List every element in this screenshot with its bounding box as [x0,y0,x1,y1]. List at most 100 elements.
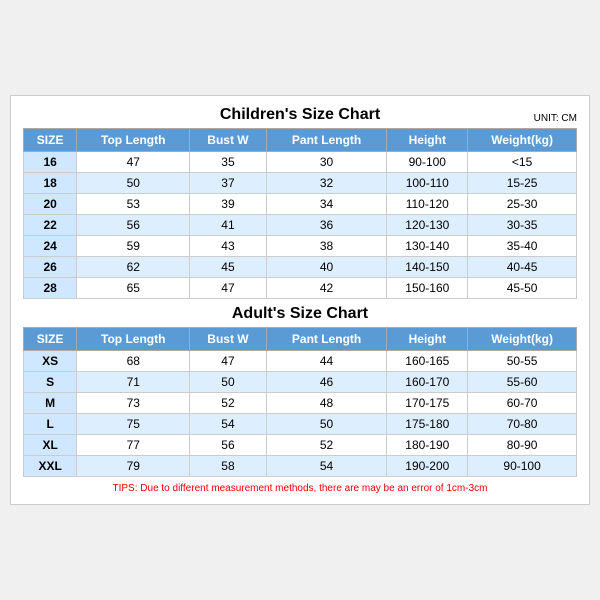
adult-header-cell: Weight(kg) [468,328,577,351]
table-cell: 90-100 [468,456,577,477]
table-cell: 48 [266,393,387,414]
table-cell: 77 [77,435,190,456]
table-cell: 18 [24,173,77,194]
table-cell: 41 [190,215,266,236]
table-cell: 45 [190,257,266,278]
table-cell: XS [24,351,77,372]
table-cell: 38 [266,236,387,257]
table-row: XL775652180-19080-90 [24,435,577,456]
table-cell: 62 [77,257,190,278]
table-cell: 60-70 [468,393,577,414]
table-cell: 160-165 [387,351,468,372]
table-cell: 71 [77,372,190,393]
table-row: 28654742150-16045-50 [24,278,577,299]
table-cell: 90-100 [387,152,468,173]
table-cell: 140-150 [387,257,468,278]
table-cell: 36 [266,215,387,236]
table-cell: 24 [24,236,77,257]
children-header-cell: Bust W [190,129,266,152]
adult-chart-title: Adult's Size Chart [232,305,368,323]
adult-header-cell: Height [387,328,468,351]
table-cell: 16 [24,152,77,173]
table-cell: 46 [266,372,387,393]
table-cell: 26 [24,257,77,278]
table-cell: 53 [77,194,190,215]
children-header-row: SIZETop LengthBust WPant LengthHeightWei… [24,129,577,152]
table-cell: 170-175 [387,393,468,414]
table-cell: 100-110 [387,173,468,194]
table-cell: 40-45 [468,257,577,278]
children-header-cell: SIZE [24,129,77,152]
table-cell: 39 [190,194,266,215]
table-row: 18503732100-11015-25 [24,173,577,194]
unit-label: UNIT: CM [534,113,577,124]
children-header-cell: Top Length [77,129,190,152]
table-cell: 54 [190,414,266,435]
children-header-cell: Pant Length [266,129,387,152]
table-cell: 120-130 [387,215,468,236]
adult-title-row: Adult's Size Chart [23,305,577,323]
table-row: 26624540140-15040-45 [24,257,577,278]
tips-text: TIPS: Due to different measurement metho… [23,483,577,494]
adult-header-cell: SIZE [24,328,77,351]
table-row: S715046160-17055-60 [24,372,577,393]
table-cell: 68 [77,351,190,372]
table-cell: 35-40 [468,236,577,257]
table-cell: 180-190 [387,435,468,456]
table-cell: 28 [24,278,77,299]
table-cell: 56 [77,215,190,236]
table-row: XS684744160-16550-55 [24,351,577,372]
table-cell: 79 [77,456,190,477]
table-cell: XXL [24,456,77,477]
table-cell: 50 [190,372,266,393]
table-row: XXL795854190-20090-100 [24,456,577,477]
table-cell: 110-120 [387,194,468,215]
table-cell: 30-35 [468,215,577,236]
table-cell: 50 [266,414,387,435]
table-cell: 130-140 [387,236,468,257]
table-cell: 65 [77,278,190,299]
table-cell: 45-50 [468,278,577,299]
table-cell: 58 [190,456,266,477]
table-cell: L [24,414,77,435]
table-cell: 30 [266,152,387,173]
table-cell: 40 [266,257,387,278]
table-cell: 47 [190,351,266,372]
adult-header-cell: Bust W [190,328,266,351]
table-cell: 54 [266,456,387,477]
adult-header-cell: Top Length [77,328,190,351]
table-cell: 70-80 [468,414,577,435]
chart-container: Children's Size Chart UNIT: CM SIZETop L… [10,95,590,505]
table-cell: 50 [77,173,190,194]
adult-size-table: SIZETop LengthBust WPant LengthHeightWei… [23,327,577,477]
table-cell: 52 [266,435,387,456]
table-row: 22564136120-13030-35 [24,215,577,236]
table-cell: 35 [190,152,266,173]
table-cell: 160-170 [387,372,468,393]
table-cell: 25-30 [468,194,577,215]
table-cell: 75 [77,414,190,435]
table-cell: 175-180 [387,414,468,435]
children-title-row: Children's Size Chart UNIT: CM [23,106,577,124]
table-cell: 20 [24,194,77,215]
table-row: 20533934110-12025-30 [24,194,577,215]
table-row: M735248170-17560-70 [24,393,577,414]
table-cell: 47 [190,278,266,299]
table-cell: 44 [266,351,387,372]
table-row: 24594338130-14035-40 [24,236,577,257]
table-cell: M [24,393,77,414]
adult-header-row: SIZETop LengthBust WPant LengthHeightWei… [24,328,577,351]
table-cell: 22 [24,215,77,236]
table-row: L755450175-18070-80 [24,414,577,435]
table-cell: XL [24,435,77,456]
children-header-cell: Height [387,129,468,152]
table-cell: 59 [77,236,190,257]
table-cell: 34 [266,194,387,215]
table-row: 1647353090-100<15 [24,152,577,173]
table-cell: S [24,372,77,393]
table-cell: 150-160 [387,278,468,299]
table-cell: 37 [190,173,266,194]
children-size-table: SIZETop LengthBust WPant LengthHeightWei… [23,128,577,299]
table-cell: <15 [468,152,577,173]
table-cell: 42 [266,278,387,299]
